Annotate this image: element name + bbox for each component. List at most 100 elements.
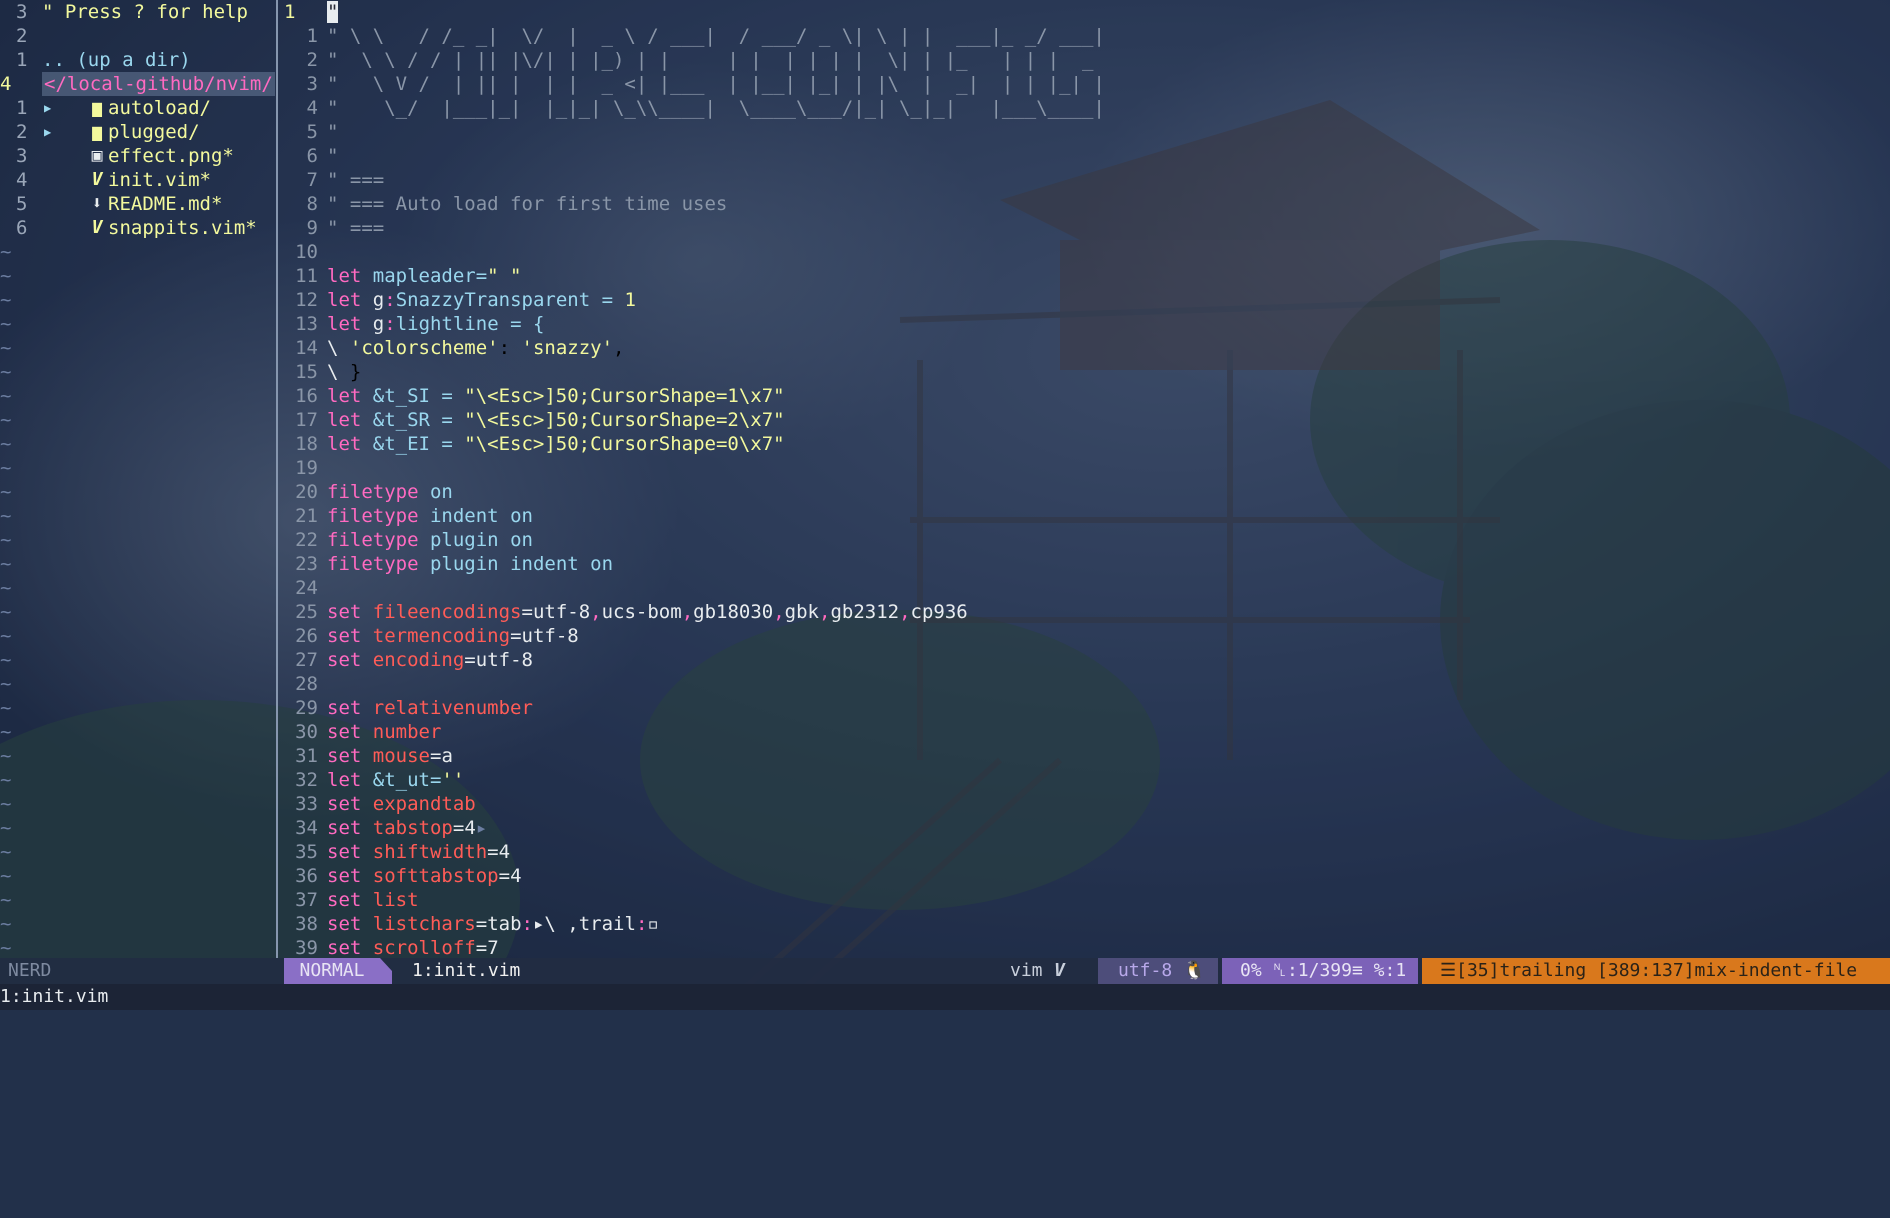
code-text[interactable]: let &t_SI = "\<Esc>]50;CursorShape=1\x7" xyxy=(327,384,785,408)
line-number: 12 xyxy=(295,289,318,311)
empty-line-tilde: ~ xyxy=(0,744,276,768)
code-text[interactable]: " === xyxy=(327,168,384,192)
up-dir-label[interactable]: .. (up a dir) xyxy=(42,48,191,72)
file-name[interactable]: init.vim* xyxy=(108,168,211,192)
tree-item[interactable]: 1 ▶ ▆ autoload/ xyxy=(0,96,276,120)
tilde-marker: ~ xyxy=(0,337,12,359)
empty-line-tilde: ~ xyxy=(0,336,276,360)
code-text[interactable]: set relativenumber xyxy=(327,696,533,720)
code-text[interactable]: let g:SnazzyTransparent = 1 xyxy=(327,288,636,312)
empty-line-tilde: ~ xyxy=(0,624,276,648)
tree-item[interactable]: 5 ⬇ README.md* xyxy=(0,192,276,216)
file-name[interactable]: snappits.vim* xyxy=(108,216,257,240)
line-number: 2 xyxy=(306,49,318,71)
tilde-marker: ~ xyxy=(0,409,12,431)
expand-arrow-icon[interactable]: ▶ xyxy=(44,120,51,144)
file-name[interactable]: autoload/ xyxy=(108,96,211,120)
tree-item[interactable]: 6 Vsnappits.vim* xyxy=(0,216,276,240)
code-text[interactable]: \ 'colorscheme': 'snazzy', xyxy=(327,336,624,360)
line-number: 6 xyxy=(16,217,28,239)
code-text[interactable]: let mapleader=" " xyxy=(327,264,522,288)
code-text[interactable]: set list xyxy=(327,888,419,912)
code-text[interactable]: let &t_ut='' xyxy=(327,768,464,792)
code-text[interactable]: set tabstop=4▸ xyxy=(327,816,487,840)
empty-line-tilde: ~ xyxy=(0,408,276,432)
code-text[interactable]: set shiftwidth=4 xyxy=(327,840,510,864)
code-text[interactable]: \ } xyxy=(327,360,361,384)
code-line: 21 filetype indent on xyxy=(280,504,1890,528)
code-text[interactable]: " xyxy=(327,144,338,168)
code-text[interactable]: set scrolloff=7 xyxy=(327,936,499,958)
root-path[interactable]: </local-github/nvim/ xyxy=(42,72,275,96)
code-text[interactable]: set expandtab xyxy=(327,792,476,816)
tilde-marker: ~ xyxy=(0,793,12,815)
line-number: 1 xyxy=(306,25,318,47)
code-text[interactable]: set fileencodings=utf-8,ucs-bom,gb18030,… xyxy=(327,600,968,624)
up-dir-item[interactable]: 1 .. (up a dir) xyxy=(0,48,276,72)
file-name[interactable]: README.md* xyxy=(108,192,222,216)
ascii-banner-text[interactable]: " \ V / | || | | | _ <| |___ | |__| |_| … xyxy=(327,72,1105,96)
code-text[interactable]: set mouse=a xyxy=(327,744,453,768)
code-line: 16 let &t_SI = "\<Esc>]50;CursorShape=1\x… xyxy=(280,384,1890,408)
code-text[interactable]: filetype plugin on xyxy=(327,528,533,552)
folder-icon: ▆ xyxy=(92,98,102,117)
code-line: 20 filetype on xyxy=(280,480,1890,504)
code-text[interactable]: " xyxy=(327,0,339,24)
position-segment: 0% ␤:1/399≡ %:1 xyxy=(1222,958,1418,984)
tilde-marker: ~ xyxy=(0,289,12,311)
vim-icon: V xyxy=(91,169,103,190)
code-text[interactable]: set encoding=utf-8 xyxy=(327,648,533,672)
ascii-banner-text[interactable]: " \_/ |___|_| |_|_| \_\\____| \____\___/… xyxy=(327,96,1105,120)
code-text[interactable]: " === Auto load for first time uses xyxy=(327,192,727,216)
code-text[interactable]: filetype on xyxy=(327,480,453,504)
empty-line-tilde: ~ xyxy=(0,456,276,480)
code-text[interactable]: let g:lightline = { xyxy=(327,312,544,336)
tilde-marker: ~ xyxy=(0,361,12,383)
folder-icon: ▆ xyxy=(92,122,102,141)
code-text[interactable]: let &t_SR = "\<Esc>]50;CursorShape=2\x7" xyxy=(327,408,785,432)
text-cursor: " xyxy=(327,1,339,23)
filetype-label: vim xyxy=(1010,960,1043,981)
line-number: 1 xyxy=(16,49,28,71)
line-number: 3 xyxy=(306,73,318,95)
blank-line: 2 xyxy=(0,24,276,48)
command-line[interactable]: 1:init.vim xyxy=(0,984,1890,1010)
tilde-marker: ~ xyxy=(0,529,12,551)
window-divider[interactable] xyxy=(276,0,278,958)
empty-line-tilde: ~ xyxy=(0,696,276,720)
tree-item[interactable]: 2 ▶ ▆ plugged/ xyxy=(0,120,276,144)
code-text[interactable]: " xyxy=(327,120,338,144)
nerdtree-panel[interactable]: 3 " Press ? for help 2 1.. (up a dir) 4 </loc… xyxy=(0,0,276,958)
code-line: 8 " === Auto load for first time uses xyxy=(280,192,1890,216)
tilde-marker: ~ xyxy=(0,433,12,455)
editor-panel[interactable]: 1 " 1 " \ \ / /_ _| \/ | _ \ / ___| / ___/ … xyxy=(280,0,1890,958)
code-text[interactable]: set number xyxy=(327,720,441,744)
line-number: 6 xyxy=(306,145,318,167)
code-text[interactable]: set listchars=tab:▸\ ,trail:▫ xyxy=(327,912,659,936)
ascii-banner-text[interactable]: " \ \ / /_ _| \/ | _ \ / ___| / ___/ _ \… xyxy=(327,24,1105,48)
tree-item[interactable]: 3 ▣ effect.png* xyxy=(0,144,276,168)
empty-line-tilde: ~ xyxy=(0,816,276,840)
current-dir-root[interactable]: 4 </local-github/nvim/ xyxy=(0,72,276,96)
expand-arrow-icon[interactable]: ▶ xyxy=(44,96,51,120)
code-text[interactable]: " === xyxy=(327,216,384,240)
line-number: 18 xyxy=(295,433,318,455)
code-text[interactable]: let &t_EI = "\<Esc>]50;CursorShape=0\x7" xyxy=(327,432,785,456)
file-name[interactable]: plugged/ xyxy=(108,120,200,144)
code-text[interactable]: set termencoding=utf-8 xyxy=(327,624,579,648)
code-text[interactable]: set softtabstop=4 xyxy=(327,864,522,888)
file-name[interactable]: effect.png* xyxy=(108,144,234,168)
code-line: 24 xyxy=(280,576,1890,600)
line-number: 7 xyxy=(306,169,318,191)
ascii-banner-text[interactable]: " \ \ / / | || |\/| | |_) | | | | | | | … xyxy=(327,48,1105,72)
line-number: 11 xyxy=(295,265,318,287)
code-line: 18 let &t_EI = "\<Esc>]50;CursorShape=0\x… xyxy=(280,432,1890,456)
empty-line-tilde: ~ xyxy=(0,312,276,336)
code-text[interactable]: filetype indent on xyxy=(327,504,533,528)
tilde-marker: ~ xyxy=(0,553,12,575)
code-line: 36 set softtabstop=4 xyxy=(280,864,1890,888)
tilde-marker: ~ xyxy=(0,697,12,719)
whitespace-warnings: ☰[35]trailing [389:137]mix-indent-file xyxy=(1422,958,1890,984)
code-text[interactable]: filetype plugin indent on xyxy=(327,552,613,576)
tree-item[interactable]: 4 Vinit.vim* xyxy=(0,168,276,192)
